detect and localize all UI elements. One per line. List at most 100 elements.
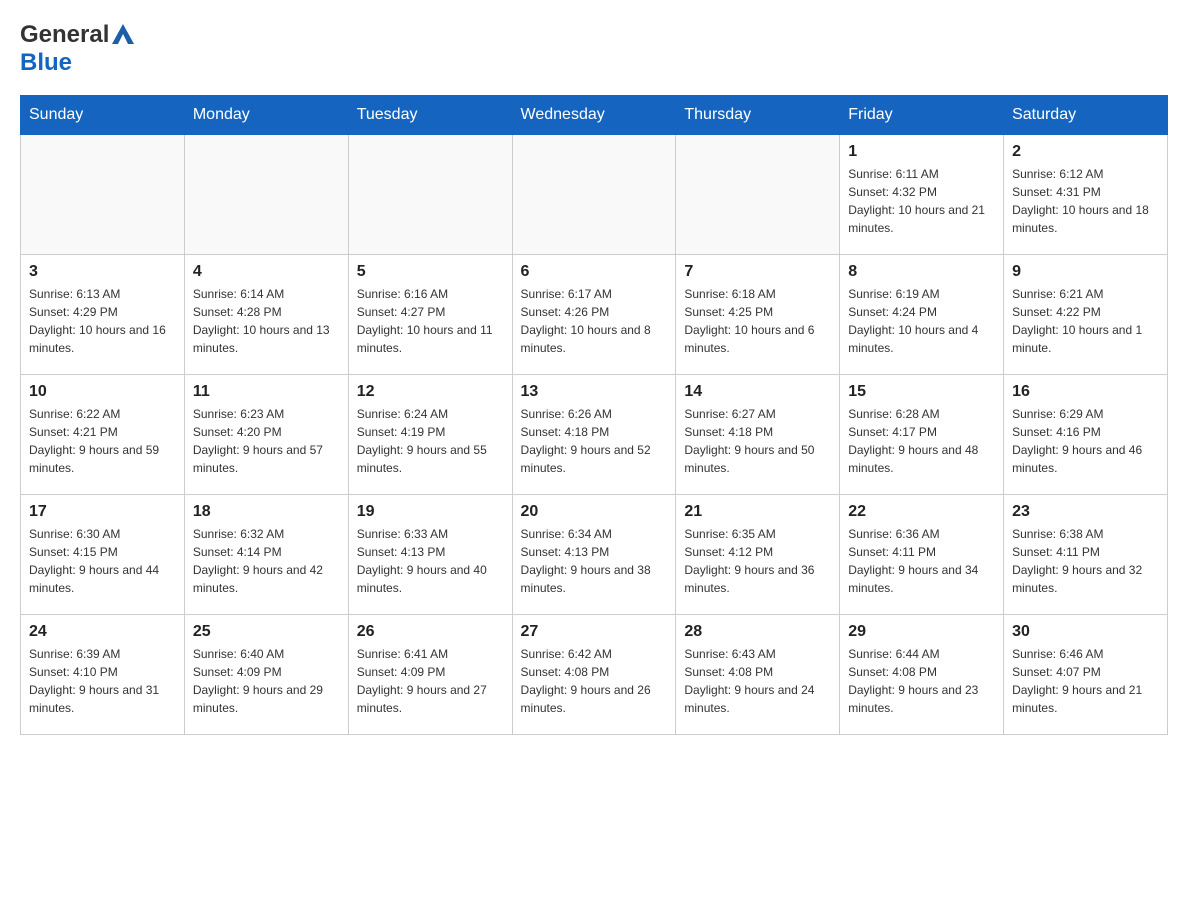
calendar-cell: 16 Sunrise: 6:29 AMSunset: 4:16 PMDayligh…: [1004, 375, 1168, 495]
calendar-cell: 3 Sunrise: 6:13 AMSunset: 4:29 PMDaylight…: [21, 255, 185, 375]
calendar-cell: [348, 135, 512, 255]
day-number: 23: [1012, 503, 1159, 521]
day-number: 29: [848, 623, 995, 641]
weekday-header-sunday: Sunday: [21, 96, 185, 135]
logo-triangle-icon: [112, 24, 134, 49]
day-number: 22: [848, 503, 995, 521]
weekday-header-tuesday: Tuesday: [348, 96, 512, 135]
calendar-week-row: 17 Sunrise: 6:30 AMSunset: 4:15 PMDayligh…: [21, 495, 1168, 615]
day-number: 10: [29, 383, 176, 401]
day-number: 1: [848, 143, 995, 161]
calendar-cell: 6Sunrise: 6:17 AMSunset: 4:26 PMDaylight…: [512, 255, 676, 375]
day-number: 14: [684, 383, 831, 401]
calendar-table: SundayMondayTuesdayWednesdayThursdayFrid…: [20, 95, 1168, 735]
calendar-cell: 29 Sunrise: 6:44 AMSunset: 4:08 PMDayligh…: [840, 615, 1004, 735]
day-info: Sunrise: 6:29 AMSunset: 4:16 PMDaylight:…: [1012, 405, 1159, 477]
calendar-cell: 25 Sunrise: 6:40 AMSunset: 4:09 PMDayligh…: [184, 615, 348, 735]
day-number: 15: [848, 383, 995, 401]
day-info: Sunrise: 6:40 AMSunset: 4:09 PMDaylight:…: [193, 645, 340, 717]
day-number: 19: [357, 503, 504, 521]
calendar-cell: 20Sunrise: 6:34 AMSunset: 4:13 PMDayligh…: [512, 495, 676, 615]
day-info: Sunrise: 6:11 AMSunset: 4:32 PMDaylight:…: [848, 165, 995, 237]
day-info: Sunrise: 6:36 AMSunset: 4:11 PMDaylight:…: [848, 525, 995, 597]
calendar-cell: 28 Sunrise: 6:43 AMSunset: 4:08 PMDayligh…: [676, 615, 840, 735]
day-info: Sunrise: 6:43 AMSunset: 4:08 PMDaylight:…: [684, 645, 831, 717]
day-info: Sunrise: 6:23 AMSunset: 4:20 PMDaylight:…: [193, 405, 340, 477]
calendar-cell: 13Sunrise: 6:26 AMSunset: 4:18 PMDayligh…: [512, 375, 676, 495]
weekday-header-wednesday: Wednesday: [512, 96, 676, 135]
day-info: Sunrise: 6:35 AMSunset: 4:12 PMDaylight:…: [684, 525, 831, 597]
day-info: Sunrise: 6:42 AMSunset: 4:08 PMDaylight:…: [521, 645, 668, 717]
day-info: Sunrise: 6:17 AMSunset: 4:26 PMDaylight:…: [521, 285, 668, 357]
logo-blue-text: Blue: [20, 49, 72, 76]
calendar-cell: 26 Sunrise: 6:41 AMSunset: 4:09 PMDayligh…: [348, 615, 512, 735]
day-number: 21: [684, 503, 831, 521]
logo-general-text: General: [20, 21, 109, 49]
day-number: 11: [193, 383, 340, 401]
day-info: Sunrise: 6:27 AMSunset: 4:18 PMDaylight:…: [684, 405, 831, 477]
day-info: Sunrise: 6:41 AMSunset: 4:09 PMDaylight:…: [357, 645, 504, 717]
calendar-cell: 15 Sunrise: 6:28 AMSunset: 4:17 PMDayligh…: [840, 375, 1004, 495]
calendar-cell: 2 Sunrise: 6:12 AMSunset: 4:31 PMDaylight…: [1004, 135, 1168, 255]
weekday-header-monday: Monday: [184, 96, 348, 135]
day-number: 5: [357, 263, 504, 281]
calendar-cell: 27 Sunrise: 6:42 AMSunset: 4:08 PMDayligh…: [512, 615, 676, 735]
calendar-cell: 14 Sunrise: 6:27 AMSunset: 4:18 PMDayligh…: [676, 375, 840, 495]
day-number: 4: [193, 263, 340, 281]
day-number: 17: [29, 503, 176, 521]
day-number: 7: [684, 263, 831, 281]
day-number: 26: [357, 623, 504, 641]
page-header: General Blue: [20, 20, 1168, 77]
day-number: 25: [193, 623, 340, 641]
day-info: Sunrise: 6:30 AMSunset: 4:15 PMDaylight:…: [29, 525, 176, 597]
calendar-week-row: 24Sunrise: 6:39 AMSunset: 4:10 PMDayligh…: [21, 615, 1168, 735]
calendar-cell: 11 Sunrise: 6:23 AMSunset: 4:20 PMDayligh…: [184, 375, 348, 495]
day-info: Sunrise: 6:14 AMSunset: 4:28 PMDaylight:…: [193, 285, 340, 357]
day-number: 3: [29, 263, 176, 281]
day-info: Sunrise: 6:24 AMSunset: 4:19 PMDaylight:…: [357, 405, 504, 477]
calendar-cell: 10 Sunrise: 6:22 AMSunset: 4:21 PMDayligh…: [21, 375, 185, 495]
day-info: Sunrise: 6:18 AMSunset: 4:25 PMDaylight:…: [684, 285, 831, 357]
day-info: Sunrise: 6:13 AMSunset: 4:29 PMDaylight:…: [29, 285, 176, 357]
day-info: Sunrise: 6:28 AMSunset: 4:17 PMDaylight:…: [848, 405, 995, 477]
calendar-cell: 12 Sunrise: 6:24 AMSunset: 4:19 PMDayligh…: [348, 375, 512, 495]
day-info: Sunrise: 6:21 AMSunset: 4:22 PMDaylight:…: [1012, 285, 1159, 357]
day-number: 8: [848, 263, 995, 281]
day-number: 27: [521, 623, 668, 641]
day-number: 16: [1012, 383, 1159, 401]
day-info: Sunrise: 6:44 AMSunset: 4:08 PMDaylight:…: [848, 645, 995, 717]
calendar-cell: 4 Sunrise: 6:14 AMSunset: 4:28 PMDaylight…: [184, 255, 348, 375]
calendar-cell: 5 Sunrise: 6:16 AMSunset: 4:27 PMDaylight…: [348, 255, 512, 375]
day-number: 28: [684, 623, 831, 641]
calendar-cell: 9 Sunrise: 6:21 AMSunset: 4:22 PMDaylight…: [1004, 255, 1168, 375]
calendar-cell: 18Sunrise: 6:32 AMSunset: 4:14 PMDayligh…: [184, 495, 348, 615]
day-info: Sunrise: 6:46 AMSunset: 4:07 PMDaylight:…: [1012, 645, 1159, 717]
weekday-header-saturday: Saturday: [1004, 96, 1168, 135]
day-number: 9: [1012, 263, 1159, 281]
calendar-cell: 19 Sunrise: 6:33 AMSunset: 4:13 PMDayligh…: [348, 495, 512, 615]
day-number: 12: [357, 383, 504, 401]
day-number: 20: [521, 503, 668, 521]
calendar-week-row: 3 Sunrise: 6:13 AMSunset: 4:29 PMDaylight…: [21, 255, 1168, 375]
day-info: Sunrise: 6:19 AMSunset: 4:24 PMDaylight:…: [848, 285, 995, 357]
calendar-cell: 8 Sunrise: 6:19 AMSunset: 4:24 PMDaylight…: [840, 255, 1004, 375]
day-info: Sunrise: 6:33 AMSunset: 4:13 PMDaylight:…: [357, 525, 504, 597]
calendar-cell: 24Sunrise: 6:39 AMSunset: 4:10 PMDayligh…: [21, 615, 185, 735]
calendar-cell: [21, 135, 185, 255]
day-number: 18: [193, 503, 340, 521]
calendar-header-row: SundayMondayTuesdayWednesdayThursdayFrid…: [21, 96, 1168, 135]
calendar-cell: 22 Sunrise: 6:36 AMSunset: 4:11 PMDayligh…: [840, 495, 1004, 615]
day-info: Sunrise: 6:22 AMSunset: 4:21 PMDaylight:…: [29, 405, 176, 477]
day-info: Sunrise: 6:26 AMSunset: 4:18 PMDaylight:…: [521, 405, 668, 477]
day-info: Sunrise: 6:16 AMSunset: 4:27 PMDaylight:…: [357, 285, 504, 357]
calendar-cell: 1 Sunrise: 6:11 AMSunset: 4:32 PMDaylight…: [840, 135, 1004, 255]
calendar-week-row: 1 Sunrise: 6:11 AMSunset: 4:32 PMDaylight…: [21, 135, 1168, 255]
calendar-cell: [512, 135, 676, 255]
day-info: Sunrise: 6:12 AMSunset: 4:31 PMDaylight:…: [1012, 165, 1159, 237]
day-number: 30: [1012, 623, 1159, 641]
calendar-week-row: 10 Sunrise: 6:22 AMSunset: 4:21 PMDayligh…: [21, 375, 1168, 495]
weekday-header-thursday: Thursday: [676, 96, 840, 135]
weekday-header-friday: Friday: [840, 96, 1004, 135]
calendar-cell: 30 Sunrise: 6:46 AMSunset: 4:07 PMDayligh…: [1004, 615, 1168, 735]
day-number: 2: [1012, 143, 1159, 161]
